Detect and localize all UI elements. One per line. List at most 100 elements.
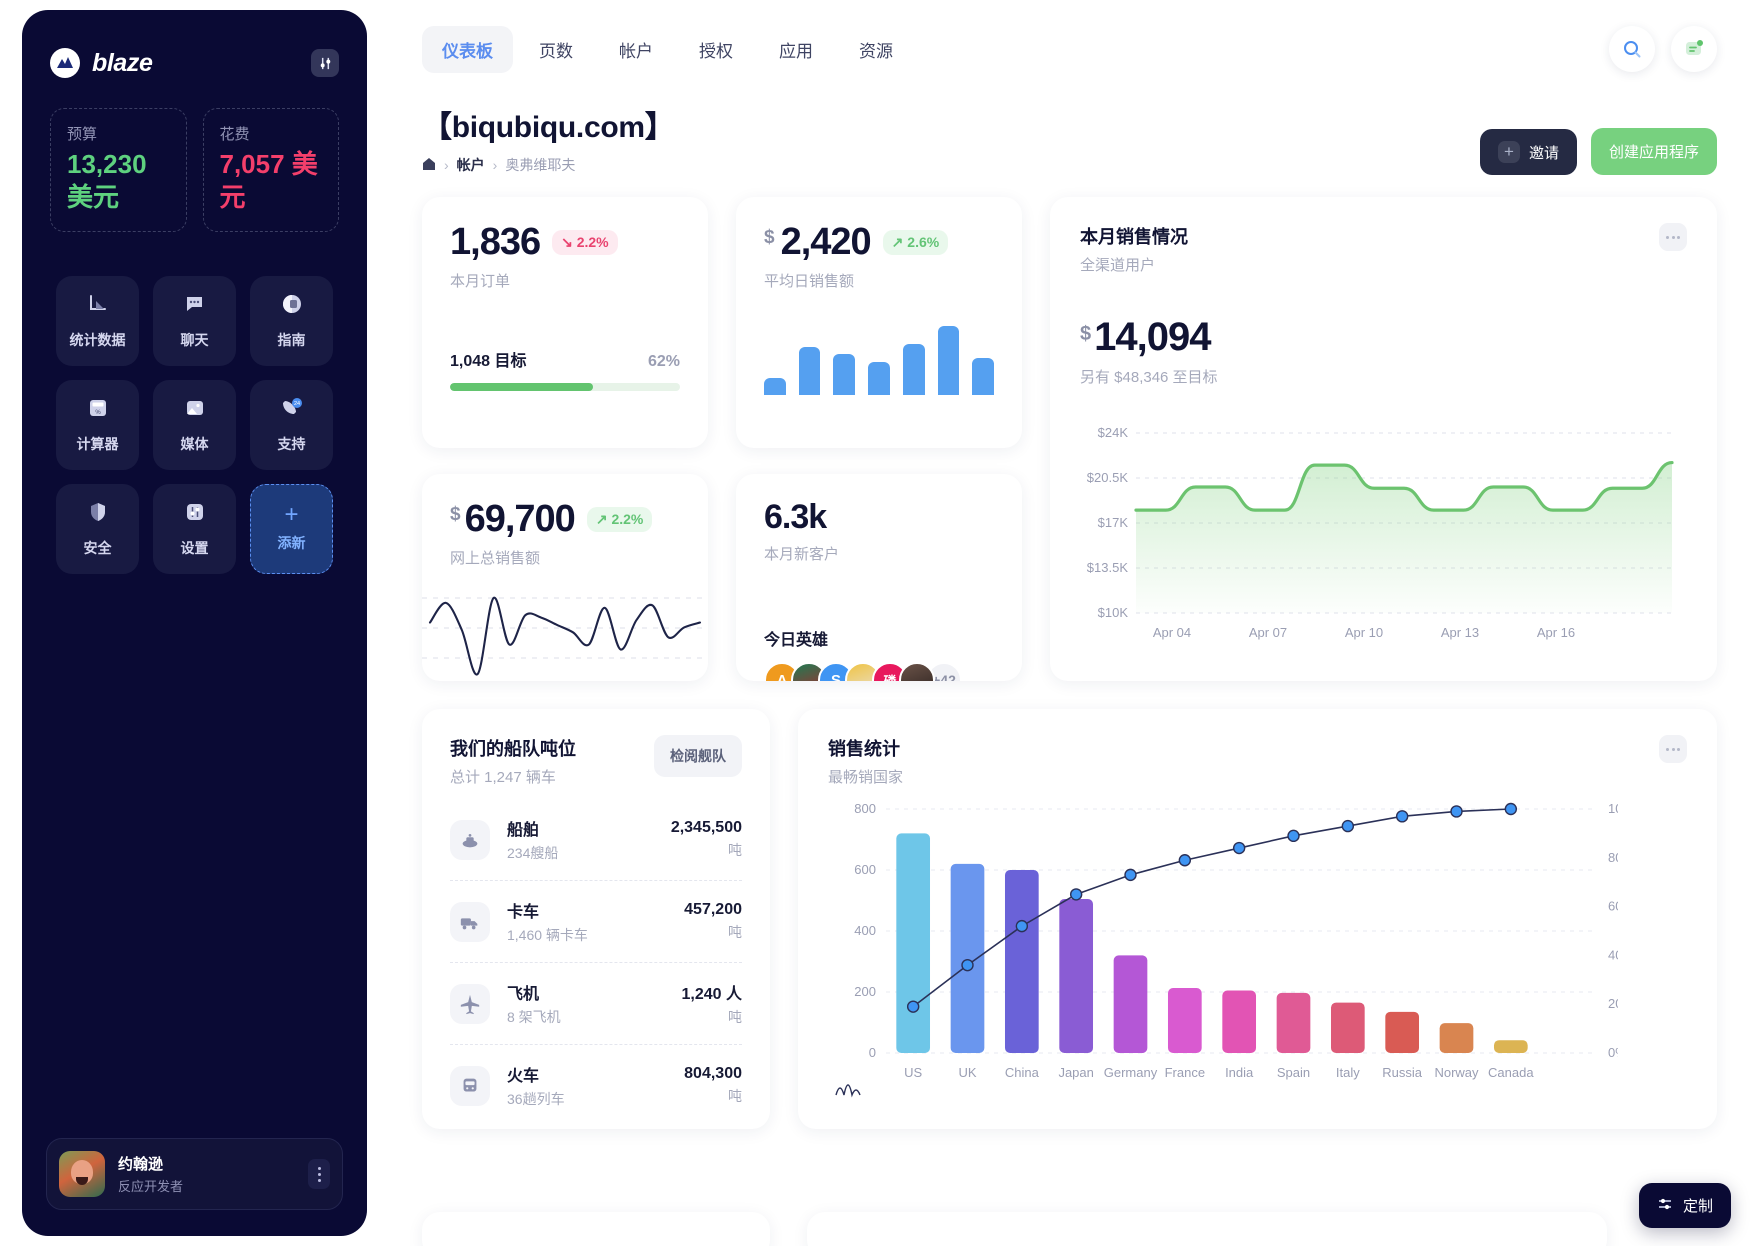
user-role: 反应开发者 <box>118 1179 184 1194</box>
create-app-button[interactable]: 创建应用程序 <box>1590 128 1717 175</box>
bar <box>902 343 925 395</box>
avg-daily-delta-badge: ↗ 2.6% <box>882 229 949 255</box>
review-fleet-button[interactable]: 检阅舰队 <box>654 735 742 777</box>
svg-text:800: 800 <box>854 801 876 816</box>
notes-icon[interactable] <box>1671 26 1717 72</box>
svg-text:60%: 60% <box>1608 899 1618 914</box>
table-row[interactable]: 船舶 234艘船 2,345,500 吨 <box>450 799 742 880</box>
train-icon <box>450 1065 490 1106</box>
new-customers-value: 6.3k <box>764 498 827 536</box>
search-icon[interactable] <box>1609 26 1655 72</box>
budget-box: 预算 13,230 美元 <box>50 108 187 232</box>
sales-month-area-chart: $24K $20.5K $17K $13.5K $10K Apr 04 Apr 07 Apr… <box>1080 421 1687 661</box>
svg-text:Canada: Canada <box>1488 1065 1534 1080</box>
bar <box>868 362 890 395</box>
sliders-icon[interactable] <box>311 49 339 77</box>
fleet-count: 8 架飞机 <box>507 1009 561 1025</box>
sidebar-item-guide[interactable]: 指南 <box>250 276 333 366</box>
sidebar-item-calculator[interactable]: % 计算器 <box>56 380 139 470</box>
sidebar: blaze 预算 13,230 美元 花费 7,057 美元 统计数据 聊天 指… <box>22 10 367 1236</box>
table-row[interactable]: 火车 36趟列车 804,300 吨 <box>450 1044 742 1126</box>
orders-value-row: 1,836 ↘ 2.2% <box>450 223 680 261</box>
fleet-rows: 船舶 234艘船 2,345,500 吨 卡车 1,460 辆卡车 457,20… <box>450 799 742 1126</box>
fleet-name: 船舶 <box>507 822 540 839</box>
bar <box>1004 870 1039 1053</box>
sidebar-user-card[interactable]: 约翰逊 反应开发者 <box>46 1138 343 1210</box>
tab-apps[interactable]: 应用 <box>759 26 833 73</box>
avg-daily-subtitle: 平均日销售额 <box>764 273 855 290</box>
svg-text:600: 600 <box>854 862 876 877</box>
svg-text:24: 24 <box>293 401 299 407</box>
svg-text:Apr 07: Apr 07 <box>1249 625 1287 640</box>
svg-text:Spain: Spain <box>1277 1065 1310 1080</box>
budget-spend-row: 预算 13,230 美元 花费 7,057 美元 <box>22 78 367 232</box>
fleet-head: 我们的船队吨位 总计 1,247 辆车 检阅舰队 <box>450 735 742 787</box>
support-24-icon: 24 <box>280 396 304 425</box>
data-point <box>1395 810 1409 823</box>
truck-icon <box>450 901 490 942</box>
tab-pages[interactable]: 页数 <box>519 26 593 73</box>
ellipsis-icon[interactable] <box>1659 223 1687 251</box>
sidebar-item-label: 计算器 <box>76 436 119 452</box>
sidebar-item-chat[interactable]: 聊天 <box>153 276 236 366</box>
bar <box>972 357 995 395</box>
orders-goal-label: 1,048 目标 <box>450 353 527 370</box>
svg-text:France: France <box>1165 1065 1205 1080</box>
bar <box>1113 955 1148 1053</box>
svg-text:Apr 04: Apr 04 <box>1153 625 1191 640</box>
avg-daily-value: 2,420 <box>780 221 872 263</box>
sales-month-head: 本月销售情况 全渠道用户 <box>1080 223 1687 275</box>
online-sales-delta-value: 2.2% <box>611 510 644 527</box>
page-title: 【biqubiqu.com】 <box>422 111 675 144</box>
sales-stats-title: 销售统计 <box>828 739 900 759</box>
invite-label: 邀请 <box>1528 144 1559 162</box>
sidebar-item-label: 设置 <box>180 540 209 556</box>
orders-card: 1,836 ↘ 2.2% 本月订单 1,048 目标 62% <box>422 197 708 448</box>
svg-text:Norway: Norway <box>1434 1065 1479 1080</box>
online-sales-value-row: $ 69,700 ↗ 2.2% <box>450 500 680 538</box>
orders-value: 1,836 <box>450 221 541 263</box>
avg-daily-bar-chart <box>736 317 1022 395</box>
avatar[interactable] <box>899 662 935 681</box>
sidebar-item-add-new[interactable]: + 添新 <box>250 484 333 574</box>
sales-stats-head: 销售统计 最畅销国家 <box>828 735 1687 787</box>
svg-text:20%: 20% <box>1608 996 1618 1011</box>
avatar <box>59 1151 105 1197</box>
data-point <box>1124 868 1137 882</box>
home-icon[interactable] <box>422 157 436 174</box>
heroes-title: 今日英雄 <box>764 632 829 649</box>
ellipsis-icon[interactable] <box>1659 735 1687 763</box>
spend-value: 7,057 美元 <box>219 149 318 212</box>
arrow-down-icon: ↘ <box>561 233 573 250</box>
tab-resources[interactable]: 资源 <box>839 26 913 73</box>
fleet-number: 2,345,500 <box>670 819 742 836</box>
kebab-menu-icon[interactable] <box>308 1159 330 1189</box>
table-row[interactable]: 飞机 8 架飞机 1,240 人 吨 <box>450 962 742 1044</box>
svg-text:Japan: Japan <box>1058 1065 1093 1080</box>
sales-month-value-row: $ 14,094 <box>1080 317 1687 357</box>
fleet-titles: 我们的船队吨位 总计 1,247 辆车 <box>450 735 576 787</box>
bar <box>833 354 856 395</box>
invite-button[interactable]: + 邀请 <box>1479 129 1577 175</box>
svg-text:$20.5K: $20.5K <box>1087 470 1129 485</box>
sidebar-item-media[interactable]: 媒体 <box>153 380 236 470</box>
bar <box>950 863 985 1053</box>
sales-month-title: 本月销售情况 <box>1080 227 1188 247</box>
sidebar-item-support[interactable]: 24 支持 <box>250 380 333 470</box>
breadcrumb-item-accounts[interactable]: 帐户 <box>457 155 485 175</box>
sidebar-item-security[interactable]: 安全 <box>56 484 139 574</box>
customize-button[interactable]: 定制 <box>1638 1183 1731 1228</box>
fleet-value: 1,240 人 吨 <box>682 980 743 1027</box>
online-sales-value: 69,700 <box>464 498 576 540</box>
tab-dashboard[interactable]: 仪表板 <box>422 25 513 73</box>
tab-accounts[interactable]: 帐户 <box>599 26 673 73</box>
tab-authorization[interactable]: 授权 <box>679 26 753 73</box>
table-row[interactable]: 卡车 1,460 辆卡车 457,200 吨 <box>450 880 742 962</box>
heroes-avatars: A S 磷 +42 <box>764 662 994 681</box>
sales-month-titles: 本月销售情况 全渠道用户 <box>1080 223 1188 275</box>
svg-text:%: % <box>95 410 101 416</box>
sidebar-item-settings[interactable]: 设置 <box>153 484 236 574</box>
bar <box>1385 1011 1420 1053</box>
fleet-subtitle: 总计 1,247 辆车 <box>450 769 556 786</box>
sidebar-item-stats[interactable]: 统计数据 <box>56 276 139 366</box>
